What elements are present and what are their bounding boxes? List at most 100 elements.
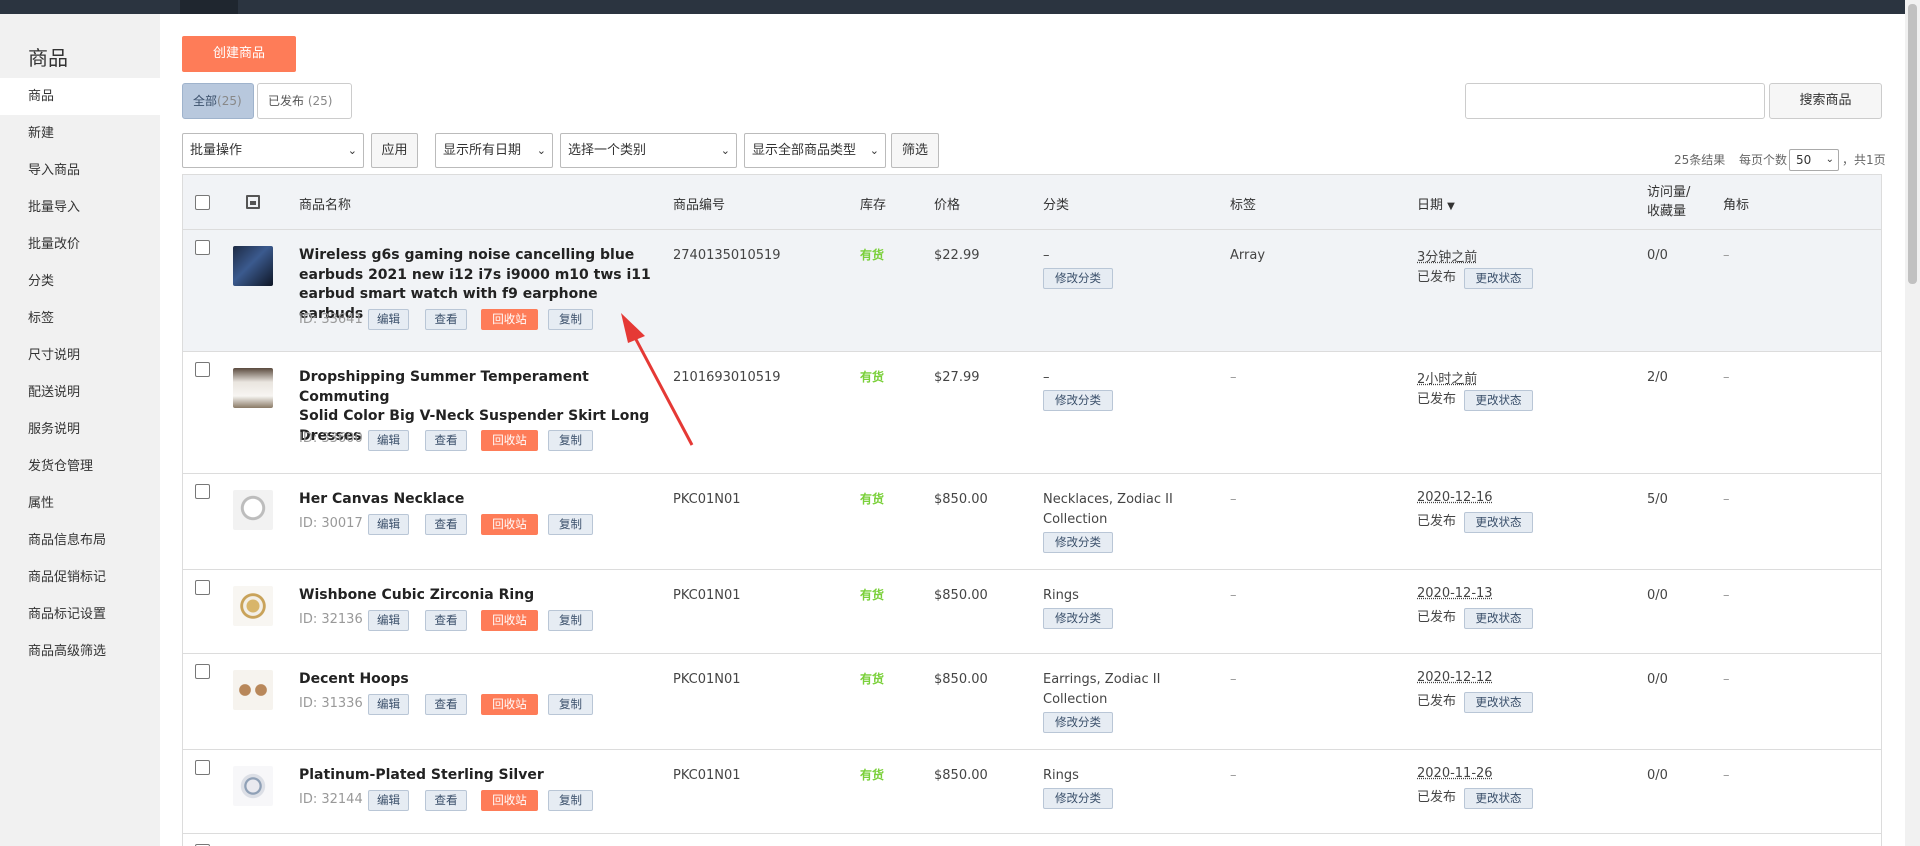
edit-category-button[interactable]: 修改分类 bbox=[1043, 788, 1113, 809]
edit-category-button[interactable]: 修改分类 bbox=[1043, 390, 1113, 411]
sidebar-item-categories[interactable]: 分类 bbox=[0, 263, 160, 300]
edit-button[interactable]: 编辑 bbox=[368, 790, 409, 811]
trash-button[interactable]: 回收站 bbox=[481, 610, 538, 631]
product-thumbnail[interactable] bbox=[233, 586, 273, 626]
product-thumbnail[interactable] bbox=[233, 670, 273, 710]
row-checkbox[interactable] bbox=[195, 362, 210, 377]
sidebar-item-import[interactable]: 导入商品 bbox=[0, 152, 160, 189]
type-filter-select[interactable]: 显示全部商品类型 ⌄ bbox=[744, 133, 886, 168]
col-date[interactable]: 日期 ▼ bbox=[1417, 194, 1455, 213]
change-status-button[interactable]: 更改状态 bbox=[1464, 608, 1533, 629]
trash-button[interactable]: 回收站 bbox=[481, 309, 538, 330]
edit-button[interactable]: 编辑 bbox=[368, 610, 409, 631]
status-published: 已发布 bbox=[1417, 610, 1457, 625]
row-checkbox[interactable] bbox=[195, 760, 210, 775]
edit-button[interactable]: 编辑 bbox=[368, 694, 409, 715]
chevron-down-icon: ⌄ bbox=[536, 144, 546, 157]
view-button[interactable]: 查看 bbox=[425, 790, 467, 811]
change-status-button[interactable]: 更改状态 bbox=[1464, 390, 1533, 411]
search-input[interactable] bbox=[1465, 83, 1765, 119]
edit-category-button[interactable]: 修改分类 bbox=[1043, 268, 1113, 289]
change-status-button[interactable]: 更改状态 bbox=[1464, 268, 1533, 289]
col-sku[interactable]: 商品编号 bbox=[673, 194, 725, 213]
vertical-scrollbar[interactable] bbox=[1905, 0, 1920, 846]
stock-status: 有货 bbox=[860, 588, 885, 602]
change-status-button[interactable]: 更改状态 bbox=[1464, 512, 1533, 533]
scrollbar-thumb[interactable] bbox=[1908, 4, 1917, 284]
view-button[interactable]: 查看 bbox=[425, 430, 467, 451]
product-thumbnail[interactable] bbox=[233, 490, 273, 530]
sidebar-item-products[interactable]: 商品 bbox=[0, 78, 160, 115]
sidebar-item-bulk-price[interactable]: 批量改价 bbox=[0, 226, 160, 263]
chevron-down-icon: ⌄ bbox=[869, 144, 879, 157]
create-product-button[interactable]: 创建商品 bbox=[182, 36, 296, 72]
edit-button[interactable]: 编辑 bbox=[368, 309, 409, 330]
per-page-select[interactable]: 50 ⌄ bbox=[1789, 149, 1839, 171]
col-badge: 角标 bbox=[1723, 198, 1750, 213]
select-all-checkbox[interactable] bbox=[195, 195, 210, 210]
table-header: 商品名称 商品编号 库存 价格 分类 标签 日期 ▼ 访问量/ 收藏量 角标 bbox=[183, 175, 1881, 230]
page-count: ，共1页 bbox=[1842, 153, 1886, 167]
tab-all-label: 全部 bbox=[193, 94, 218, 108]
sidebar-item-layout[interactable]: 商品信息布局 bbox=[0, 522, 160, 559]
product-id: ID: 32136 bbox=[299, 612, 363, 627]
category-filter-select[interactable]: 选择一个类别 ⌄ bbox=[560, 133, 737, 168]
bulk-action-select[interactable]: 批量操作 ⌄ bbox=[182, 133, 364, 168]
row-checkbox[interactable] bbox=[195, 484, 210, 499]
view-button[interactable]: 查看 bbox=[425, 514, 467, 535]
product-thumbnail[interactable] bbox=[233, 368, 273, 408]
top-bar-active-tab[interactable] bbox=[180, 0, 238, 14]
sidebar-item-attributes[interactable]: 属性 bbox=[0, 485, 160, 522]
view-button[interactable]: 查看 bbox=[425, 610, 467, 631]
edit-button[interactable]: 编辑 bbox=[368, 430, 409, 451]
product-thumbnail[interactable] bbox=[233, 246, 273, 286]
copy-button[interactable]: 复制 bbox=[548, 610, 593, 631]
product-name-link[interactable]: Decent Hoops bbox=[299, 670, 654, 690]
image-icon bbox=[246, 195, 260, 209]
copy-button[interactable]: 复制 bbox=[548, 514, 593, 535]
sidebar-item-warehouse[interactable]: 发货仓管理 bbox=[0, 448, 160, 485]
copy-button[interactable]: 复制 bbox=[548, 430, 593, 451]
col-price[interactable]: 价格 bbox=[934, 194, 960, 213]
tab-all[interactable]: 全部(25) bbox=[182, 83, 254, 119]
trash-button[interactable]: 回收站 bbox=[481, 790, 538, 811]
edit-button[interactable]: 编辑 bbox=[368, 514, 409, 535]
date-filter-select[interactable]: 显示所有日期 ⌄ bbox=[435, 133, 553, 168]
sidebar-item-advanced-filter[interactable]: 商品高级筛选 bbox=[0, 633, 160, 670]
tab-published[interactable]: 已发布 (25) bbox=[257, 83, 352, 119]
apply-button[interactable]: 应用 bbox=[371, 133, 418, 168]
search-products-button[interactable]: 搜索商品 bbox=[1769, 83, 1882, 119]
sidebar-item-tags[interactable]: 标签 bbox=[0, 300, 160, 337]
product-name-link[interactable]: Her Canvas Necklace bbox=[299, 490, 654, 510]
change-status-button[interactable]: 更改状态 bbox=[1464, 692, 1533, 713]
edit-category-button[interactable]: 修改分类 bbox=[1043, 712, 1113, 733]
product-name-link[interactable]: Wishbone Cubic Zirconia Ring bbox=[299, 586, 654, 606]
copy-button[interactable]: 复制 bbox=[548, 694, 593, 715]
product-name-link[interactable]: Platinum-Plated Sterling Silver bbox=[299, 766, 654, 786]
sidebar-item-bulk-import[interactable]: 批量导入 bbox=[0, 189, 160, 226]
view-button[interactable]: 查看 bbox=[425, 309, 467, 330]
col-visits[interactable]: 访问量/ 收藏量 bbox=[1647, 183, 1690, 221]
copy-button[interactable]: 复制 bbox=[548, 309, 593, 330]
edit-category-button[interactable]: 修改分类 bbox=[1043, 532, 1113, 553]
row-checkbox[interactable] bbox=[195, 664, 210, 679]
trash-button[interactable]: 回收站 bbox=[481, 694, 538, 715]
trash-button[interactable]: 回收站 bbox=[481, 430, 538, 451]
row-checkbox[interactable] bbox=[195, 580, 210, 595]
sidebar-item-promo-marks[interactable]: 商品促销标记 bbox=[0, 559, 160, 596]
filter-button[interactable]: 筛选 bbox=[891, 133, 939, 168]
sidebar-item-new[interactable]: 新建 bbox=[0, 115, 160, 152]
sidebar-item-mark-settings[interactable]: 商品标记设置 bbox=[0, 596, 160, 633]
copy-button[interactable]: 复制 bbox=[548, 790, 593, 811]
trash-button[interactable]: 回收站 bbox=[481, 514, 538, 535]
sidebar-item-size-guide[interactable]: 尺寸说明 bbox=[0, 337, 160, 374]
table-row: Dropshipping Summer Temperament Commutin… bbox=[183, 352, 1881, 474]
sidebar-item-shipping-info[interactable]: 配送说明 bbox=[0, 374, 160, 411]
sidebar-item-service-info[interactable]: 服务说明 bbox=[0, 411, 160, 448]
edit-category-button[interactable]: 修改分类 bbox=[1043, 608, 1113, 629]
view-button[interactable]: 查看 bbox=[425, 694, 467, 715]
product-thumbnail[interactable] bbox=[233, 766, 273, 806]
col-name[interactable]: 商品名称 bbox=[299, 194, 351, 213]
change-status-button[interactable]: 更改状态 bbox=[1464, 788, 1533, 809]
row-checkbox[interactable] bbox=[195, 240, 210, 255]
